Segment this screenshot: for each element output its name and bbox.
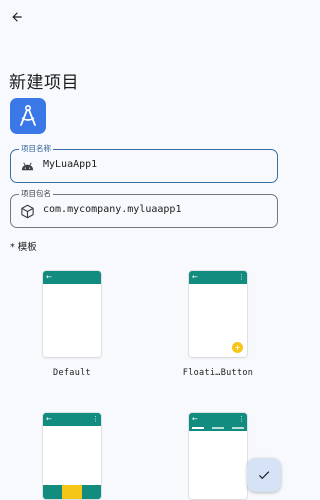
template-bottom-navigation[interactable]: ← ⋮ xyxy=(22,413,122,500)
preview-fab: + xyxy=(232,342,243,353)
preview-more-icon: ⋮ xyxy=(238,415,245,423)
preview-toolbar: ← ⋮ xyxy=(43,413,101,426)
project-name-field[interactable]: 项目名称 MyLuaApp1 xyxy=(10,144,278,183)
preview-back-icon: ← xyxy=(192,273,198,281)
template-name: Floati…Button xyxy=(182,368,254,378)
package-name-field[interactable]: 项目包名 com.mycompany.myluaapp1 xyxy=(10,189,278,228)
template-default[interactable]: ← Default xyxy=(22,271,122,381)
android-studio-compass-icon xyxy=(20,104,36,126)
preview-bottom-nav-active xyxy=(62,485,82,499)
preview-more-icon: ⋮ xyxy=(238,273,245,281)
template-name: Default xyxy=(53,368,91,378)
package-icon xyxy=(19,203,35,219)
package-name-label: 项目包名 xyxy=(19,189,53,199)
templates-section-label: * 模板 xyxy=(10,242,37,253)
android-icon xyxy=(19,158,35,174)
preview-back-icon: ← xyxy=(46,273,52,281)
app-logo xyxy=(10,98,46,134)
preview-toolbar: ← ⋮ xyxy=(189,413,247,426)
check-icon xyxy=(258,471,270,480)
preview-tab xyxy=(232,427,244,429)
preview-tabs xyxy=(189,426,247,431)
preview-toolbar: ← xyxy=(43,271,101,284)
top-app-bar xyxy=(0,0,289,34)
preview-bottom-nav xyxy=(43,485,101,499)
template-preview: ← xyxy=(43,271,101,357)
preview-back-icon: ← xyxy=(46,415,52,423)
project-name-input[interactable]: MyLuaApp1 xyxy=(43,159,97,170)
preview-toolbar: ← ⋮ xyxy=(189,271,247,284)
arrow-back-icon xyxy=(12,12,22,22)
confirm-button[interactable] xyxy=(247,458,281,492)
preview-tab-active xyxy=(192,427,204,429)
project-name-label: 项目名称 xyxy=(19,144,53,154)
page-title: 新建项目 xyxy=(9,73,79,93)
preview-tab xyxy=(212,427,224,429)
template-floating-action-button[interactable]: ← ⋮ + Floati…Button xyxy=(168,271,268,381)
preview-back-icon: ← xyxy=(192,415,198,423)
package-name-input[interactable]: com.mycompany.myluaapp1 xyxy=(43,204,181,215)
preview-more-icon: ⋮ xyxy=(92,415,99,423)
template-preview: ← ⋮ + xyxy=(189,271,247,357)
back-button[interactable] xyxy=(6,6,28,28)
template-preview: ← ⋮ xyxy=(43,413,101,499)
template-preview: ← ⋮ xyxy=(189,413,247,499)
